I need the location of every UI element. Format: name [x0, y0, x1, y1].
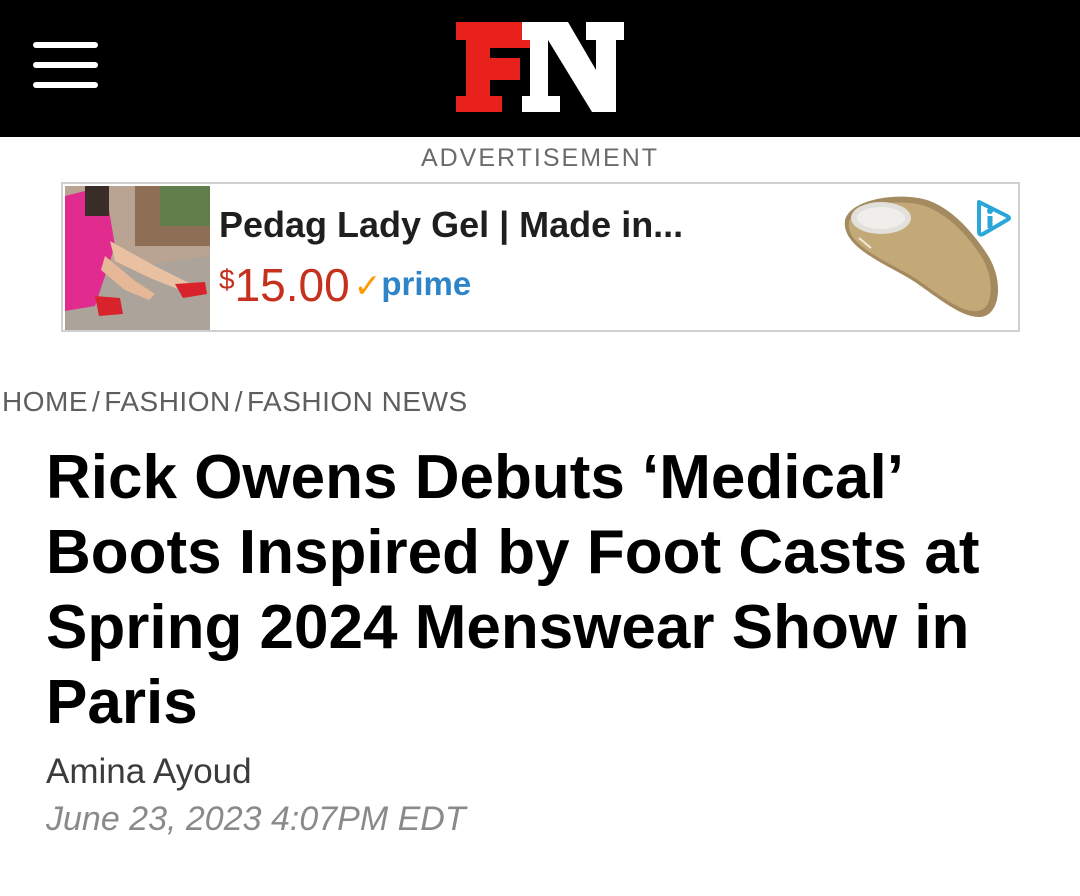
article-headline: Rick Owens Debuts ‘Medical’ Boots Inspir… — [46, 443, 980, 737]
ad-title[interactable]: Pedag Lady Gel | Made in... — [219, 204, 683, 246]
breadcrumb-separator: / — [234, 386, 243, 417]
advertisement-label: ADVERTISEMENT — [420, 144, 660, 172]
breadcrumb: HOME / FASHION / FASHION NEWS — [2, 386, 468, 418]
article-author[interactable]: Amina Ayoud — [46, 752, 252, 792]
prime-label: prime — [381, 265, 472, 302]
ad-lifestyle-image — [65, 186, 210, 330]
site-header — [0, 0, 1080, 137]
menu-bar-top — [33, 42, 98, 48]
breadcrumb-fashion[interactable]: FASHION — [104, 386, 230, 417]
adchoices-icon[interactable] — [973, 198, 1013, 238]
ad-price: $15.00 ✓prime — [219, 258, 472, 311]
fn-logo[interactable] — [456, 18, 624, 114]
article-date: June 23, 2023 4:07PM EDT — [46, 800, 466, 838]
hamburger-menu-icon[interactable] — [30, 42, 100, 90]
breadcrumb-separator: / — [92, 386, 101, 417]
menu-bar-bottom — [33, 82, 98, 88]
breadcrumb-fashion-news[interactable]: FASHION NEWS — [247, 386, 468, 417]
price-currency: $ — [219, 264, 235, 295]
fn-logo-mark — [456, 22, 624, 112]
advertisement-banner[interactable]: Pedag Lady Gel | Made in... $15.00 ✓prime — [61, 182, 1020, 332]
prime-check-icon: ✓ — [353, 267, 382, 304]
price-amount: 15.00 — [234, 259, 350, 311]
menu-bar-middle — [33, 62, 98, 68]
breadcrumb-home[interactable]: HOME — [2, 386, 88, 417]
